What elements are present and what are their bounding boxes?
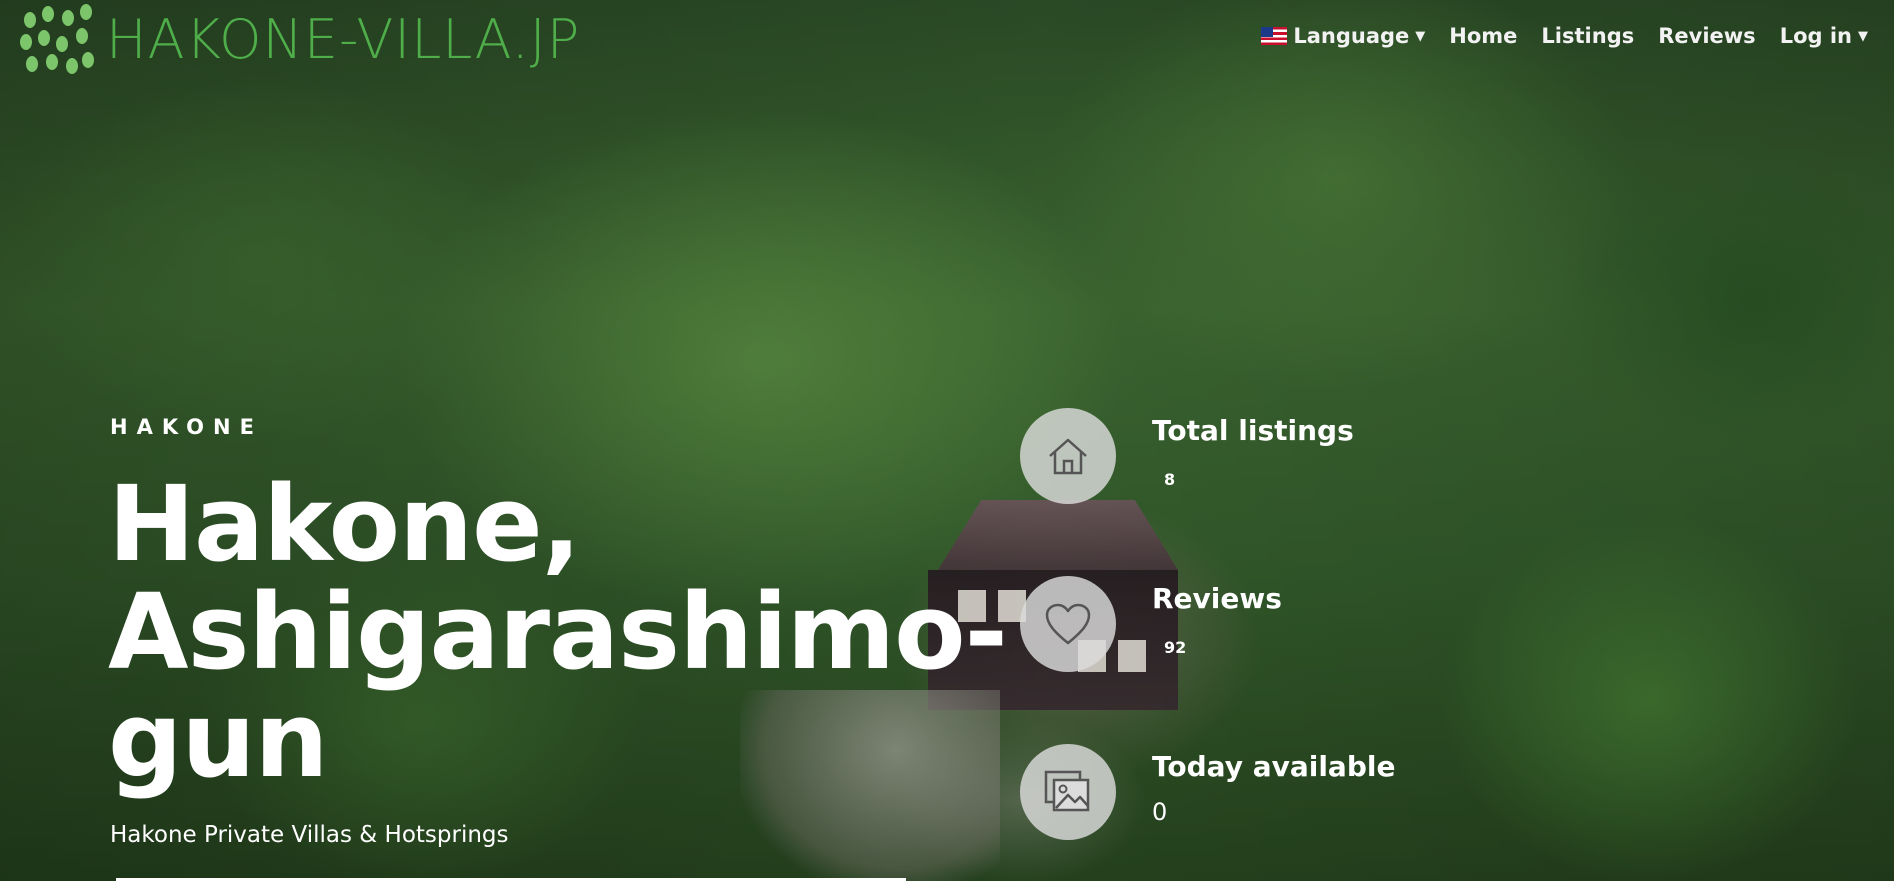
hero-kicker: HAKONE — [110, 415, 263, 439]
home-icon — [1020, 408, 1116, 504]
image-gallery-icon — [1020, 744, 1116, 840]
chevron-down-icon: ▼ — [1415, 28, 1426, 44]
hero-subtitle: Hakone Private Villas & Hotsprings — [110, 822, 509, 848]
page-title: Hakone, Ashigarashimo-gun — [108, 463, 1008, 801]
nav-home[interactable]: Home — [1449, 24, 1517, 48]
site-header: HAKONE-VILLA.JP Language ▼ Home Listings… — [0, 0, 1894, 80]
leaf-logo-icon — [18, 2, 96, 78]
logo-text: HAKONE-VILLA.JP — [106, 8, 581, 71]
login-label: Log in — [1779, 24, 1852, 48]
stat-reviews: Reviews 92 — [1020, 576, 1580, 676]
site-logo[interactable]: HAKONE-VILLA.JP — [18, 2, 580, 78]
language-label: Language — [1293, 24, 1410, 48]
main-nav: Language ▼ Home Listings Reviews Log in … — [1237, 24, 1868, 48]
heart-icon — [1020, 576, 1116, 672]
stat-label: Today available — [1152, 750, 1396, 783]
stat-today-available: Today available 0 — [1020, 744, 1580, 844]
nav-listings[interactable]: Listings — [1541, 24, 1634, 48]
stat-label: Reviews — [1152, 582, 1282, 615]
stat-label: Total listings — [1152, 414, 1354, 447]
chevron-down-icon: ▼ — [1858, 28, 1868, 44]
login-menu[interactable]: Log in ▼ — [1780, 24, 1868, 48]
us-flag-icon — [1261, 27, 1288, 45]
nav-reviews[interactable]: Reviews — [1658, 24, 1755, 48]
stat-value: 92 — [1164, 638, 1187, 657]
stat-total-listings: Total listings 8 — [1020, 408, 1580, 508]
language-menu[interactable]: Language ▼ — [1261, 24, 1425, 48]
stat-value: 8 — [1164, 470, 1176, 489]
stat-value: 0 — [1152, 798, 1168, 826]
